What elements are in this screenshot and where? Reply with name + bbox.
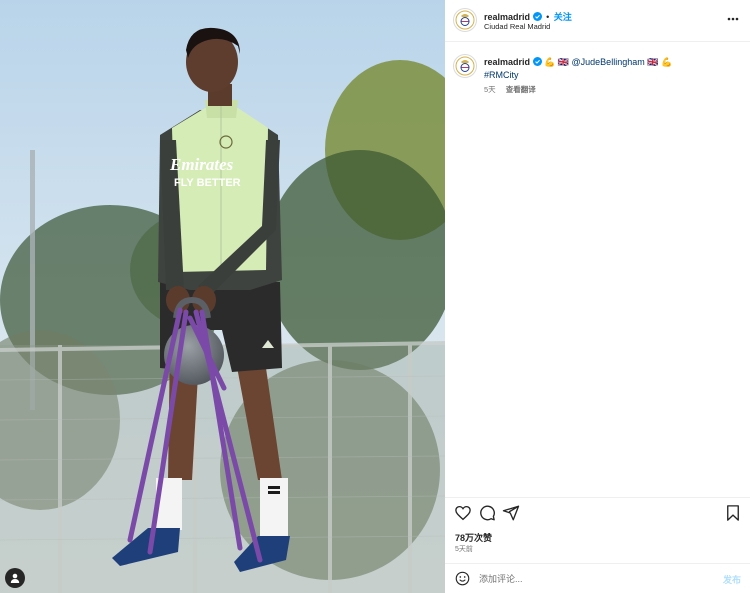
flag-emoji: 🇬🇧 xyxy=(647,57,659,67)
smiley-icon[interactable] xyxy=(455,571,470,586)
avatar[interactable] xyxy=(453,8,477,32)
verified-badge-icon xyxy=(532,12,542,21)
post-timestamp[interactable]: 5天前 xyxy=(455,544,473,554)
comment-input[interactable] xyxy=(479,570,704,587)
see-translation-button[interactable]: 查看翻译 xyxy=(506,85,536,94)
likes-count[interactable]: 78万次赞 xyxy=(455,531,492,544)
header-username[interactable]: realmadrid xyxy=(484,12,530,22)
heart-icon[interactable] xyxy=(454,504,472,522)
training-photo: Emirates FLY BETTER xyxy=(0,0,445,593)
separator-dot: • xyxy=(546,12,550,22)
post-comment-button[interactable]: 发布 xyxy=(723,573,741,586)
bookmark-icon[interactable] xyxy=(724,504,742,522)
flag-emoji: 🇬🇧 xyxy=(557,57,570,67)
divider xyxy=(445,497,750,498)
flex-emoji: 💪 xyxy=(660,57,673,67)
mention-link[interactable]: @JudeBellingham xyxy=(572,57,645,67)
jersey-sponsor-text: Emirates xyxy=(169,155,234,174)
action-bar xyxy=(445,504,750,524)
ellipsis-icon xyxy=(727,17,739,21)
more-options-button[interactable] xyxy=(726,12,740,26)
real-madrid-crest-icon xyxy=(455,56,475,76)
caption-username[interactable]: realmadrid xyxy=(484,57,530,67)
post-details-panel: realmadrid • 关注 Ciudad Real Madrid realm… xyxy=(445,0,750,593)
caption-time[interactable]: 5天 xyxy=(484,85,496,94)
speech-bubble-icon[interactable] xyxy=(478,504,496,522)
post-photo[interactable]: Emirates FLY BETTER xyxy=(0,0,445,593)
follow-button[interactable]: 关注 xyxy=(554,12,572,22)
comment-bar: 发布 xyxy=(445,563,750,593)
real-madrid-crest-icon xyxy=(455,10,475,30)
verified-badge-icon xyxy=(532,57,542,66)
caption-avatar[interactable] xyxy=(453,54,477,78)
post-header: realmadrid • 关注 Ciudad Real Madrid xyxy=(445,0,750,42)
paper-plane-icon[interactable] xyxy=(502,504,520,522)
flex-emoji: 💪 xyxy=(544,57,556,67)
location-link[interactable]: Ciudad Real Madrid xyxy=(484,22,550,31)
user-tag-button[interactable] xyxy=(5,568,25,588)
jersey-slogan-text: FLY BETTER xyxy=(174,177,241,189)
user-tag-icon xyxy=(10,573,20,583)
hashtag-link[interactable]: #RMCity xyxy=(484,70,519,80)
